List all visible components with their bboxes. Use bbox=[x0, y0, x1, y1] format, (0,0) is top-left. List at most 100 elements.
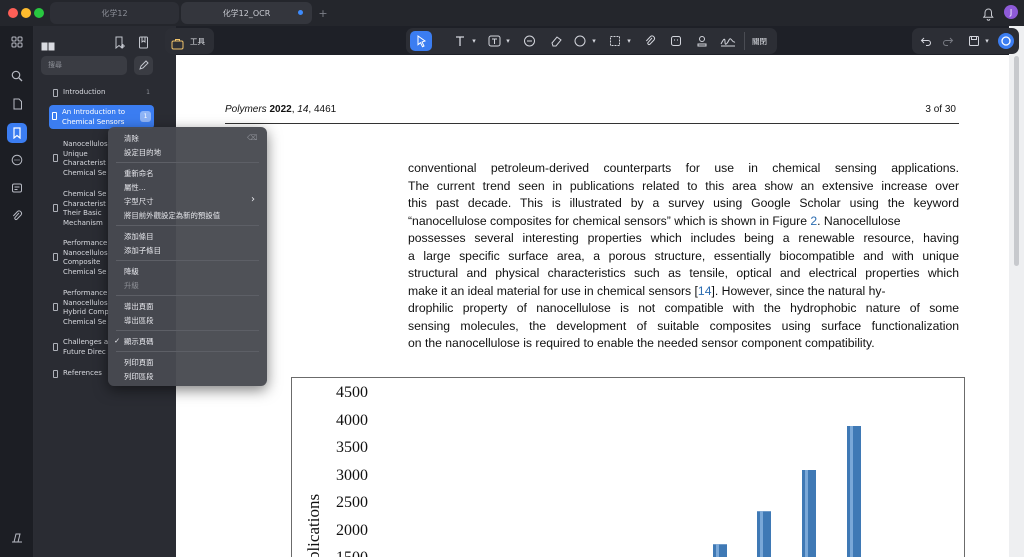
document-icon[interactable] bbox=[7, 94, 27, 114]
menu-item-clear[interactable]: 清除 bbox=[124, 133, 139, 144]
stamp-tool-icon[interactable] bbox=[694, 34, 710, 48]
submenu-chevron-icon: › bbox=[251, 194, 255, 205]
bookmark-label: An Introduction to Chemical Sensors bbox=[62, 108, 126, 126]
signature-tool-icon[interactable] bbox=[719, 34, 737, 48]
new-tab-button[interactable]: + bbox=[316, 2, 330, 24]
menu-item-promote: 升級 bbox=[124, 281, 139, 290]
add-bookmark-icon[interactable] bbox=[114, 34, 126, 50]
bookmark-label: Nanocellulos Unique Characterist Chemica… bbox=[63, 140, 108, 177]
menu-item-demote[interactable]: 降級 bbox=[124, 266, 139, 277]
journal-header: Polymers 2022, 14, 4461 bbox=[225, 104, 336, 115]
header-separator: , bbox=[308, 104, 312, 115]
scrollbar-thumb[interactable] bbox=[1014, 56, 1019, 266]
bookmark-label: Performance Nanocellulos Composite Chemi… bbox=[63, 239, 108, 276]
tools-label[interactable]: 工具 bbox=[190, 36, 205, 47]
menu-item-properties[interactable]: 屬性... bbox=[124, 182, 146, 193]
bookmark-label: Challenges a Future Direc bbox=[63, 338, 109, 356]
bookmark-label: Performance Nanocellulos Hybrid Comp Che… bbox=[63, 289, 109, 326]
chevron-down-icon[interactable]: ▾ bbox=[625, 34, 633, 48]
annotation-toolbar: ▾ ▾ ▾ ▾ 關閉 bbox=[406, 28, 777, 54]
area-tool-icon[interactable] bbox=[607, 34, 623, 48]
menu-item-print-section[interactable]: 列印區段 bbox=[124, 371, 154, 382]
citation-link[interactable]: 14 bbox=[698, 284, 712, 298]
article-number: 4461 bbox=[313, 104, 337, 115]
menu-item-rename[interactable]: 重新命名 bbox=[124, 168, 154, 179]
layers-icon[interactable] bbox=[7, 528, 27, 548]
header-rule bbox=[225, 123, 959, 124]
undo-icon[interactable] bbox=[919, 34, 933, 48]
text-run: “nanocellulose composites for chemical s… bbox=[408, 214, 811, 228]
edit-bookmark-button[interactable] bbox=[134, 56, 153, 75]
scrollbar-track[interactable] bbox=[1009, 26, 1024, 557]
menu-separator bbox=[116, 330, 259, 331]
chevron-down-icon[interactable]: ▾ bbox=[504, 34, 512, 48]
menu-item-set-default-appearance[interactable]: 將目前外觀設定為新的預設值 bbox=[124, 210, 220, 221]
paragraph-line: conventional petroleum-derived counterpa… bbox=[408, 161, 959, 175]
menu-item-print-page[interactable]: 列印頁面 bbox=[124, 357, 154, 368]
bookmark-intro-chemical-sensors[interactable]: An Introduction to Chemical Sensors 1 bbox=[49, 105, 154, 129]
chart-bar bbox=[713, 544, 727, 557]
bookmark-item-icon bbox=[52, 112, 57, 120]
grid-icon[interactable] bbox=[7, 32, 27, 52]
tools-toolbar: 工具 bbox=[165, 28, 214, 54]
redo-icon[interactable] bbox=[941, 34, 955, 48]
menu-item-export-page[interactable]: 導出頁面 bbox=[124, 301, 154, 312]
comment-icon[interactable] bbox=[7, 150, 27, 170]
form-icon[interactable] bbox=[7, 178, 27, 198]
attach-tool-icon[interactable] bbox=[642, 34, 658, 48]
chevron-down-icon[interactable]: ▾ bbox=[470, 34, 478, 48]
sticker-tool-icon[interactable] bbox=[668, 34, 684, 48]
paragraph-line: The current trend seen in publications r… bbox=[408, 179, 959, 193]
bookmark-search-input[interactable]: 搜尋 bbox=[41, 56, 127, 75]
bookmark-icon[interactable] bbox=[7, 123, 27, 143]
bookmark-label: References bbox=[63, 369, 102, 377]
close-toolbar-button[interactable]: 關閉 bbox=[752, 36, 767, 47]
textbox-tool-icon[interactable] bbox=[486, 34, 502, 48]
page-badge: 1 bbox=[140, 111, 151, 122]
search-icon[interactable] bbox=[7, 66, 27, 86]
menu-separator bbox=[116, 260, 259, 261]
text-run: ]. However, since the natural hy- bbox=[711, 284, 886, 298]
zoom-window-button[interactable] bbox=[34, 8, 44, 18]
text-run: make it an ideal material for use in che… bbox=[408, 284, 698, 298]
chevron-down-icon[interactable]: ▾ bbox=[590, 34, 598, 48]
menu-item-font-size[interactable]: 字型尺寸 bbox=[124, 196, 154, 207]
bookmark-list-icon[interactable] bbox=[138, 34, 150, 49]
tab-label: 化学12_OCR bbox=[222, 8, 271, 18]
text-tool-icon[interactable] bbox=[452, 34, 468, 48]
menu-item-export-section[interactable]: 導出區段 bbox=[124, 315, 154, 326]
chevron-down-icon[interactable]: ▾ bbox=[983, 34, 991, 48]
shape-tool-icon[interactable] bbox=[572, 34, 588, 48]
bookmark-label: Introduction bbox=[63, 88, 106, 96]
tab-label: 化学12 bbox=[101, 8, 128, 18]
menu-item-add-child-entry[interactable]: 添加子條目 bbox=[124, 245, 161, 256]
tab-chemistry12-ocr[interactable]: 化学12_OCR bbox=[181, 2, 312, 24]
save-icon[interactable] bbox=[967, 34, 981, 48]
user-avatar[interactable]: J bbox=[1004, 5, 1018, 19]
close-window-button[interactable] bbox=[8, 8, 18, 18]
paragraph-line: structural and physical characteristics … bbox=[408, 266, 959, 280]
minimize-window-button[interactable] bbox=[21, 8, 31, 18]
tab-chemistry12[interactable]: 化学12 bbox=[50, 2, 179, 24]
menu-item-add-entry[interactable]: 添加條目 bbox=[124, 231, 154, 242]
toolbox-icon bbox=[171, 35, 185, 50]
journal-name: Polymers bbox=[225, 104, 267, 115]
paragraph-line: sensing molecules, the development of su… bbox=[408, 319, 959, 333]
outline-panel-icon bbox=[41, 36, 55, 51]
menu-item-show-page-number[interactable]: 顯示頁碼 bbox=[124, 336, 154, 347]
bell-icon[interactable] bbox=[982, 6, 994, 21]
text-run: . Nanocellulose bbox=[817, 214, 901, 228]
menu-item-set-destination[interactable]: 設定目的地 bbox=[124, 147, 161, 158]
paragraph-line: possesses several interesting properties… bbox=[408, 231, 959, 245]
left-rail bbox=[0, 26, 34, 557]
header-separator: , bbox=[291, 104, 295, 115]
ai-assistant-icon[interactable] bbox=[998, 33, 1014, 49]
select-tool-button[interactable] bbox=[410, 31, 432, 51]
bookmark-introduction[interactable]: Introduction 1 bbox=[50, 88, 154, 99]
bookmark-item-icon bbox=[53, 303, 58, 311]
paragraph-line: drophilic property of nanocellulose is n… bbox=[408, 301, 959, 315]
publications-chart: Publications 450040003500300025002000150… bbox=[291, 377, 965, 557]
note-tool-icon[interactable] bbox=[521, 34, 537, 48]
attachment-icon[interactable] bbox=[7, 206, 27, 226]
eraser-tool-icon[interactable] bbox=[548, 34, 564, 48]
